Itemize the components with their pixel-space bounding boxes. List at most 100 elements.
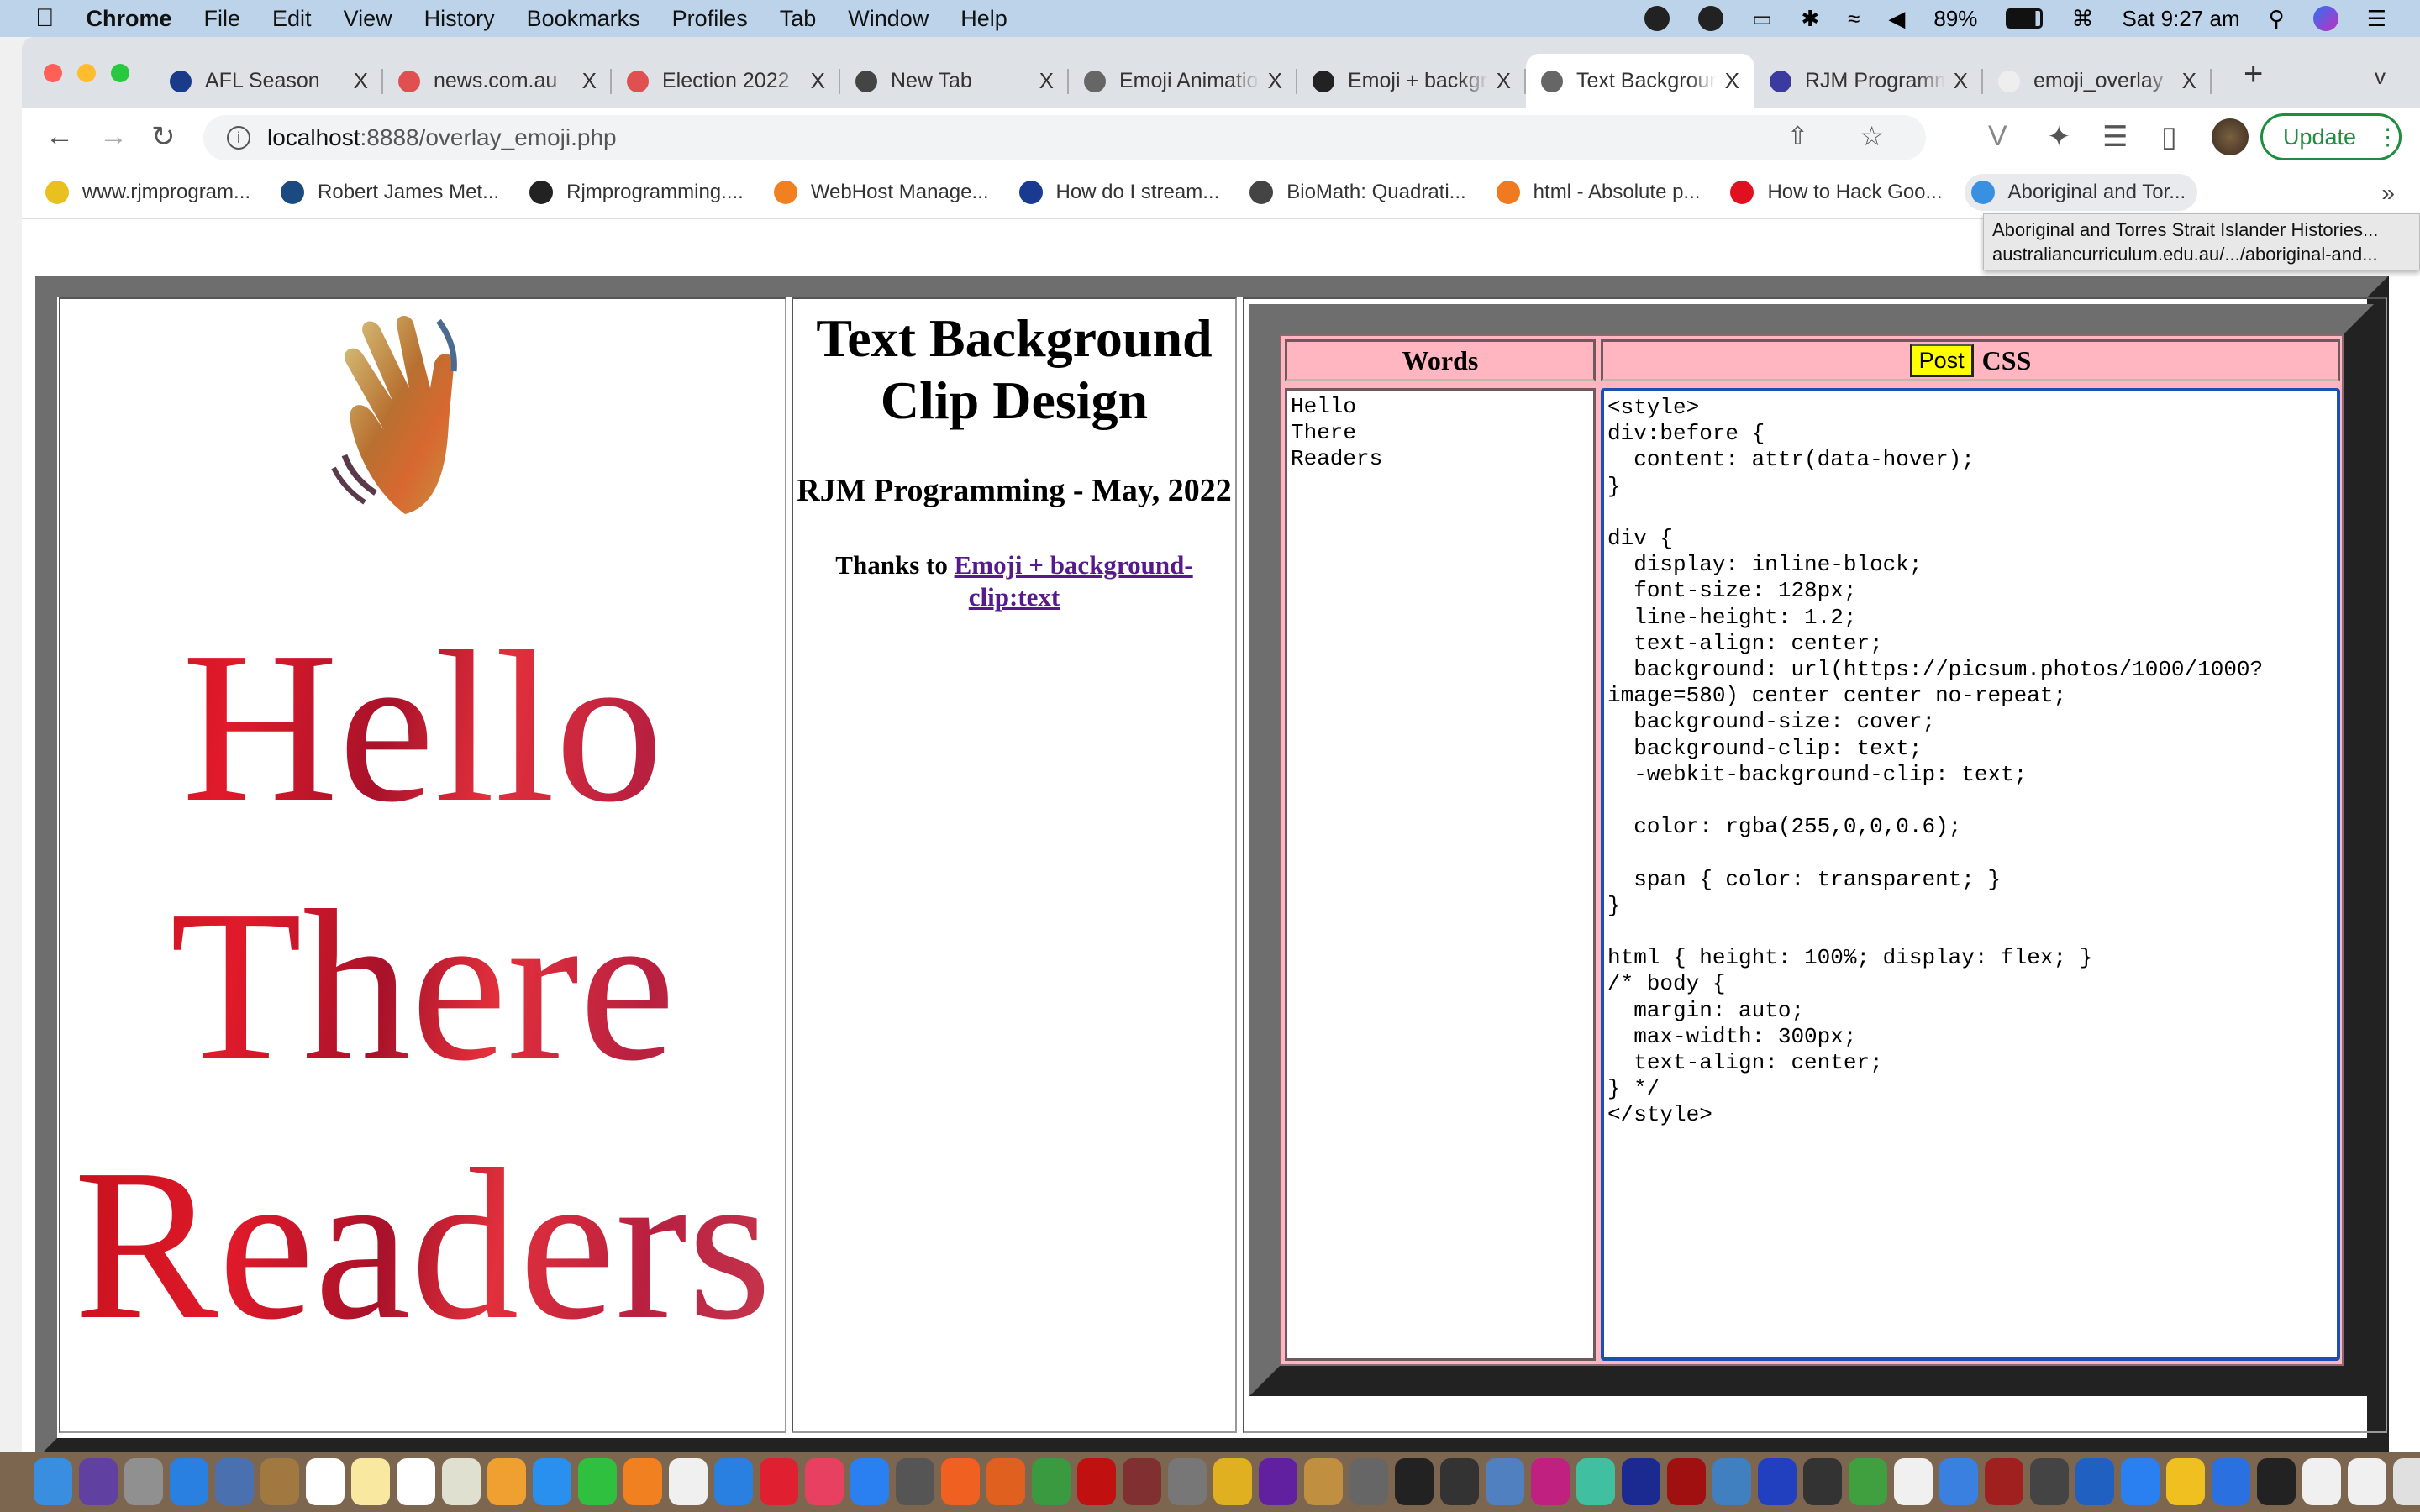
dock-app-icon[interactable] (2030, 1458, 2069, 1505)
reload-icon[interactable]: ↻ (151, 120, 176, 154)
site-info-icon[interactable]: i (227, 126, 250, 150)
apple-icon[interactable]:  (35, 4, 55, 33)
dock-app-icon[interactable] (850, 1458, 889, 1505)
dock-app-icon[interactable] (2302, 1458, 2341, 1505)
dock-app-icon[interactable] (533, 1458, 571, 1505)
bookmark-star-icon[interactable]: ☆ (1860, 120, 1884, 152)
dock-app-icon[interactable] (1349, 1458, 1388, 1505)
dock-app-icon[interactable] (1667, 1458, 1706, 1505)
dock-app-icon[interactable] (578, 1458, 617, 1505)
dock-app-icon[interactable] (1712, 1458, 1751, 1505)
airplay-icon[interactable]: ▭ (1752, 6, 1773, 32)
dock-app-icon[interactable] (1077, 1458, 1116, 1505)
tab-close-icon[interactable]: X (354, 68, 368, 94)
dock-app-icon[interactable] (896, 1458, 934, 1505)
menu-profiles[interactable]: Profiles (672, 6, 748, 32)
dock-app-icon[interactable] (2212, 1458, 2250, 1505)
tab[interactable]: Emoji + background X (1297, 54, 1526, 108)
tab[interactable]: New Tab X (840, 54, 1069, 108)
tab[interactable]: Text Background X (1526, 54, 1754, 108)
dock-app-icon[interactable] (2257, 1458, 2296, 1505)
dock-app-icon[interactable] (669, 1458, 708, 1505)
dock-app-icon[interactable] (1939, 1458, 1978, 1505)
dock-app-icon[interactable] (1259, 1458, 1297, 1505)
bookmark-item[interactable]: Rjmprogramming.... (529, 181, 744, 204)
dock-app-icon[interactable] (1440, 1458, 1479, 1505)
tab-close-icon[interactable]: X (1954, 68, 1968, 94)
forward-icon[interactable]: → (99, 120, 128, 153)
menu-window[interactable]: Window (848, 6, 929, 32)
dock-app-icon[interactable] (1985, 1458, 2023, 1505)
dock-app-icon[interactable] (1758, 1458, 1797, 1505)
update-button[interactable]: Update ⋮ (2260, 113, 2402, 160)
bookmark-item[interactable]: How do I stream... (1018, 181, 1219, 204)
dock-app-icon[interactable] (215, 1458, 254, 1505)
close-window-button[interactable] (44, 64, 62, 82)
dock-app-icon[interactable] (34, 1458, 72, 1505)
menu-history[interactable]: History (424, 6, 495, 32)
dock-app-icon[interactable] (170, 1458, 208, 1505)
tab-close-icon[interactable]: X (1725, 68, 1739, 94)
dock-app-icon[interactable] (760, 1458, 798, 1505)
menu-view[interactable]: View (344, 6, 392, 32)
dock-app-icon[interactable] (306, 1458, 345, 1505)
words-textarea[interactable]: Hello There Readers (1285, 388, 1596, 1361)
dock-app-icon[interactable] (351, 1458, 390, 1505)
minimize-window-button[interactable] (77, 64, 96, 82)
thanks-link[interactable]: Emoji + background-clip:text (955, 550, 1193, 612)
dock-app-icon[interactable] (623, 1458, 662, 1505)
dock-app-icon[interactable] (2166, 1458, 2205, 1505)
tab-close-icon[interactable]: X (811, 68, 825, 94)
dock-app-icon[interactable] (1803, 1458, 1842, 1505)
tab[interactable]: AFL Season X (155, 54, 383, 108)
dock-app-icon[interactable] (260, 1458, 299, 1505)
dock-app-icon[interactable] (442, 1458, 481, 1505)
tab-search-chevron-icon[interactable]: v (2375, 64, 2386, 90)
bookmark-item[interactable]: WebHost Manage... (773, 181, 989, 204)
tab[interactable]: news.com.au X (383, 54, 612, 108)
dock-app-icon[interactable] (714, 1458, 753, 1505)
battery-percent[interactable]: 89% (1933, 6, 1977, 32)
bookmark-item[interactable]: html - Absolute p... (1496, 181, 1700, 204)
avast-icon[interactable] (1697, 6, 1723, 31)
tab-close-icon[interactable]: X (1268, 68, 1282, 94)
extensions-puzzle-icon[interactable]: ✦ (2047, 120, 2071, 154)
menu-file[interactable]: File (204, 6, 241, 32)
dock-app-icon[interactable] (1213, 1458, 1252, 1505)
clock[interactable]: Sat 9:27 am (2122, 6, 2239, 32)
zoom-window-button[interactable] (111, 64, 129, 82)
dock-app-icon[interactable] (2121, 1458, 2160, 1505)
bookmark-item[interactable]: Robert James Met... (281, 181, 499, 204)
dock-app-icon[interactable] (2393, 1458, 2420, 1505)
dock-app-icon[interactable] (2075, 1458, 2114, 1505)
bookmark-item[interactable]: www.rjmprogram... (45, 181, 250, 204)
bookmark-item[interactable]: How to Hack Goo... (1730, 181, 1943, 204)
battery-icon[interactable] (2006, 8, 2044, 29)
address-bar[interactable]: i localhost:8888/overlay_emoji.php ⇧ ☆ (203, 115, 1926, 160)
menu-edit[interactable]: Edit (272, 6, 312, 32)
menu-app-name[interactable]: Chrome (87, 6, 172, 32)
back-icon[interactable]: ← (45, 120, 74, 153)
spotlight-search-icon[interactable]: ⚲ (2269, 6, 2285, 32)
dock-app-icon[interactable] (124, 1458, 163, 1505)
post-button[interactable]: Post (1909, 344, 1974, 377)
tab-close-icon[interactable]: X (1039, 68, 1054, 94)
keyboard-icon[interactable]: ⌘ (2071, 6, 2093, 32)
vivaldi-extension-icon[interactable]: V (1988, 120, 2007, 153)
dock-app-icon[interactable] (2348, 1458, 2386, 1505)
dock-app-icon[interactable] (1168, 1458, 1207, 1505)
tab[interactable]: Election 2022 X (612, 54, 840, 108)
tab-close-icon[interactable]: X (1497, 68, 1511, 94)
dock-app-icon[interactable] (1395, 1458, 1434, 1505)
dock-app-icon[interactable] (1304, 1458, 1343, 1505)
siri-icon[interactable] (2312, 6, 2338, 31)
dock-app-icon[interactable] (397, 1458, 435, 1505)
dock-app-icon[interactable] (487, 1458, 526, 1505)
tab[interactable]: RJM Programming X (1754, 54, 1983, 108)
dock-app-icon[interactable] (941, 1458, 980, 1505)
tab-close-icon[interactable]: X (582, 68, 597, 94)
bookmark-item[interactable]: BioMath: Quadrati... (1249, 181, 1466, 204)
bookmark-item[interactable]: Aboriginal and Tor... (1964, 174, 2198, 211)
dock-app-icon[interactable] (1123, 1458, 1161, 1505)
dock-app-icon[interactable] (1622, 1458, 1660, 1505)
